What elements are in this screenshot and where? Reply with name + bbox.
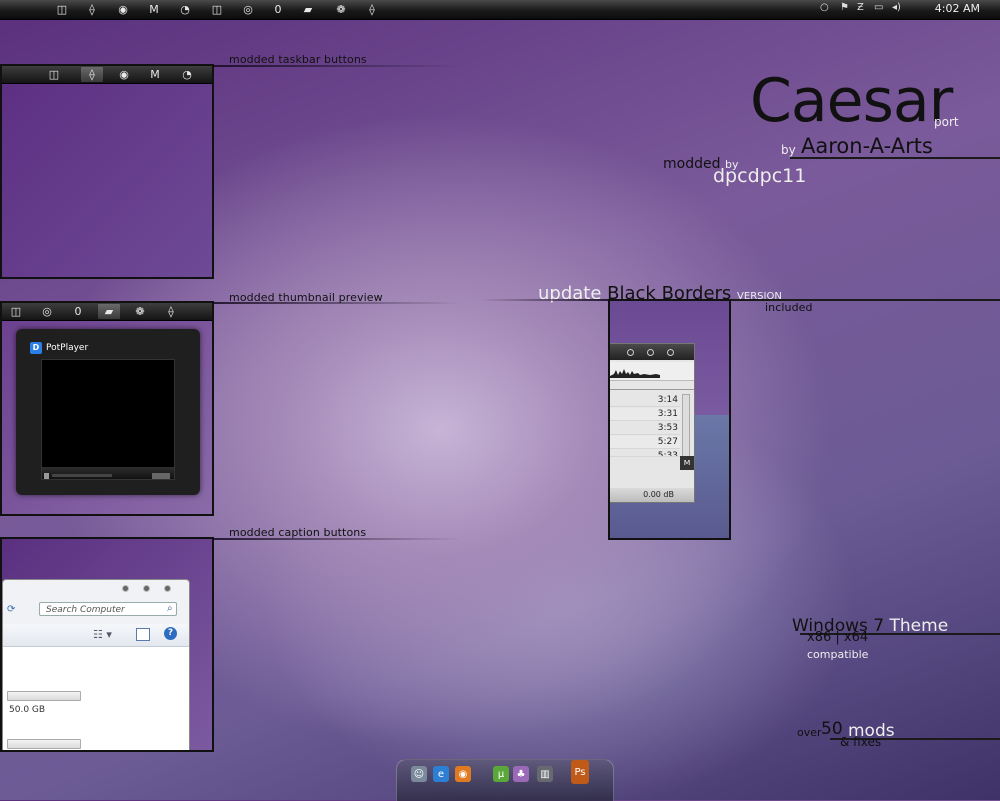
drive-size-text: 50.0 GB bbox=[9, 705, 46, 715]
arch-label: x86 | x64 bbox=[807, 630, 869, 645]
explorer-window: ⟳ Search Computer ⌕ ☷ ▾ ? 50.0 GB bbox=[2, 579, 190, 750]
waveform-icon bbox=[610, 369, 660, 378]
explorer-toolbar: ☷ ▾ ? bbox=[3, 624, 189, 647]
trash-icon[interactable]: ▥ bbox=[537, 766, 553, 782]
tray-monitor-icon[interactable]: ▭ bbox=[874, 2, 883, 13]
track-row[interactable]: 3:53 bbox=[610, 422, 680, 435]
potplayer-logo-icon: D bbox=[30, 342, 42, 354]
divider bbox=[212, 302, 462, 304]
rss-icon[interactable]: ◔ bbox=[176, 67, 198, 82]
apple-icon[interactable] bbox=[11, 67, 33, 82]
opera-icon[interactable]: 0 bbox=[267, 2, 289, 17]
vlc-icon[interactable]: ⟠ bbox=[81, 67, 103, 82]
media-player-titlebar bbox=[610, 344, 694, 360]
divider bbox=[212, 65, 462, 67]
divider bbox=[212, 538, 462, 540]
taskbar-strip: ◫ ⟠ ◉ M ◔ bbox=[2, 66, 212, 84]
vlc-icon[interactable]: ⟠ bbox=[160, 304, 182, 319]
view-options-icon[interactable]: ☷ ▾ bbox=[93, 628, 112, 641]
compatible-label: compatible bbox=[807, 648, 869, 661]
paw-icon[interactable]: ❁ bbox=[330, 2, 352, 17]
opera-icon[interactable]: 0 bbox=[67, 304, 89, 319]
pidgin-icon[interactable]: ♣ bbox=[513, 766, 529, 782]
finder-icon[interactable]: ◫ bbox=[43, 67, 65, 82]
modder-name: dpcdpc11 bbox=[713, 165, 807, 187]
maximize-button[interactable] bbox=[647, 349, 654, 356]
firefox-icon[interactable]: ◉ bbox=[112, 2, 134, 17]
minimize-button[interactable] bbox=[123, 586, 128, 591]
close-button[interactable] bbox=[165, 586, 170, 591]
author-name: Aaron-A-Arts bbox=[801, 134, 933, 158]
apple-icon[interactable] bbox=[10, 2, 32, 17]
search-input[interactable]: Search Computer bbox=[39, 602, 177, 616]
clapper-icon[interactable]: ▰ bbox=[98, 304, 120, 319]
utorrent-icon[interactable]: µ bbox=[493, 766, 509, 782]
chrome-icon[interactable]: ◎ bbox=[237, 2, 259, 17]
dock: ☺ e ◉ µ ♣ ▥ Ps bbox=[396, 759, 614, 801]
caption-buttons-preview: ⟳ Search Computer ⌕ ☷ ▾ ? 50.0 GB bbox=[0, 537, 214, 752]
track-row[interactable]: 3:14 bbox=[610, 394, 680, 407]
clock[interactable]: 4:02 AM bbox=[935, 2, 980, 15]
seek-bar[interactable] bbox=[610, 384, 694, 390]
track-row[interactable]: 5:27 bbox=[610, 436, 680, 449]
refresh-icon[interactable]: ⟳ bbox=[7, 604, 15, 615]
volume-readout: 0.00 dB bbox=[610, 488, 694, 502]
chrome-icon[interactable]: ◎ bbox=[36, 304, 58, 319]
finder-icon[interactable]: ◫ bbox=[51, 2, 73, 17]
thumbnail-preview-box: ◫ ◎ 0 ▰ ❁ ⟠ D PotPlayer bbox=[0, 301, 214, 516]
gmail-icon[interactable]: M bbox=[143, 2, 165, 17]
tray-volume-icon[interactable]: ◂) bbox=[892, 2, 901, 13]
close-button[interactable] bbox=[667, 349, 674, 356]
theme-title: Caesar bbox=[750, 66, 953, 136]
thumbnail-preview[interactable]: D PotPlayer bbox=[16, 329, 200, 495]
photoshop-icon[interactable]: Ps bbox=[571, 760, 589, 784]
over-label: over bbox=[797, 726, 822, 739]
player-controls bbox=[41, 467, 175, 480]
rss-icon[interactable]: ◔ bbox=[174, 2, 196, 17]
divider bbox=[790, 157, 1000, 159]
waveform bbox=[610, 362, 694, 381]
by-label: by bbox=[781, 143, 796, 157]
tray-flag-icon[interactable]: ⚑ bbox=[840, 2, 849, 13]
taskbar-strip: ◫ ◎ 0 ▰ ❁ ⟠ bbox=[2, 303, 212, 321]
thumbnail-title: PotPlayer bbox=[46, 343, 89, 353]
paw-icon[interactable]: ❁ bbox=[129, 304, 151, 319]
vlc-icon[interactable]: ⟠ bbox=[81, 2, 103, 17]
included-label: included bbox=[765, 301, 813, 314]
finder-icon[interactable]: ◫ bbox=[206, 2, 228, 17]
preview-pane-icon[interactable] bbox=[136, 628, 150, 641]
help-icon[interactable]: ? bbox=[164, 627, 177, 640]
seekbar-icon bbox=[44, 473, 170, 479]
explorer-content: 50.0 GB bbox=[3, 647, 189, 750]
divider bbox=[480, 299, 608, 301]
search-icon[interactable]: ⌕ bbox=[167, 603, 173, 614]
modded-label: modded bbox=[663, 156, 721, 172]
top-taskbar: ◫ ⟠ ◉ M ◔ ◫ ◎ 0 ▰ ❁ ⟠ ○ ⚑ Ƶ ▭ ◂) 4:02 AM bbox=[0, 0, 1000, 20]
minimize-button[interactable] bbox=[627, 349, 634, 356]
finder-icon[interactable]: ◫ bbox=[5, 304, 27, 319]
black-borders-preview: 3:14 3:31 3:53 5:27 5:33 ᴍ 0.00 dB bbox=[608, 299, 731, 540]
ie-icon[interactable]: e bbox=[433, 766, 449, 782]
track-row[interactable]: 3:31 bbox=[610, 408, 680, 421]
finder-icon[interactable]: ☺ bbox=[411, 766, 427, 782]
clapper-icon[interactable]: ▰ bbox=[297, 2, 319, 17]
tray-filezilla-icon[interactable]: Ƶ bbox=[857, 2, 864, 13]
vlc-icon[interactable]: ⟠ bbox=[361, 2, 383, 17]
video-area bbox=[41, 359, 175, 469]
maximize-button[interactable] bbox=[144, 586, 149, 591]
visualizer-icon[interactable]: ᴍ bbox=[680, 456, 694, 470]
scrollbar[interactable] bbox=[682, 394, 690, 458]
firefox-icon[interactable]: ◉ bbox=[455, 766, 471, 782]
fixes-label: & fixes bbox=[840, 735, 882, 749]
media-player-window: 3:14 3:31 3:53 5:27 5:33 ᴍ 0.00 dB bbox=[610, 343, 695, 503]
track-row[interactable]: 5:33 bbox=[610, 450, 680, 457]
drive-usage-bar bbox=[7, 739, 81, 749]
gmail-icon[interactable]: M bbox=[144, 67, 166, 82]
firefox-icon[interactable]: ◉ bbox=[113, 67, 135, 82]
title-suffix: port bbox=[934, 115, 959, 129]
drive-usage-bar bbox=[7, 691, 81, 701]
taskbar-buttons-preview: ◫ ⟠ ◉ M ◔ bbox=[0, 64, 214, 279]
tray-circle-icon[interactable]: ○ bbox=[820, 2, 829, 13]
